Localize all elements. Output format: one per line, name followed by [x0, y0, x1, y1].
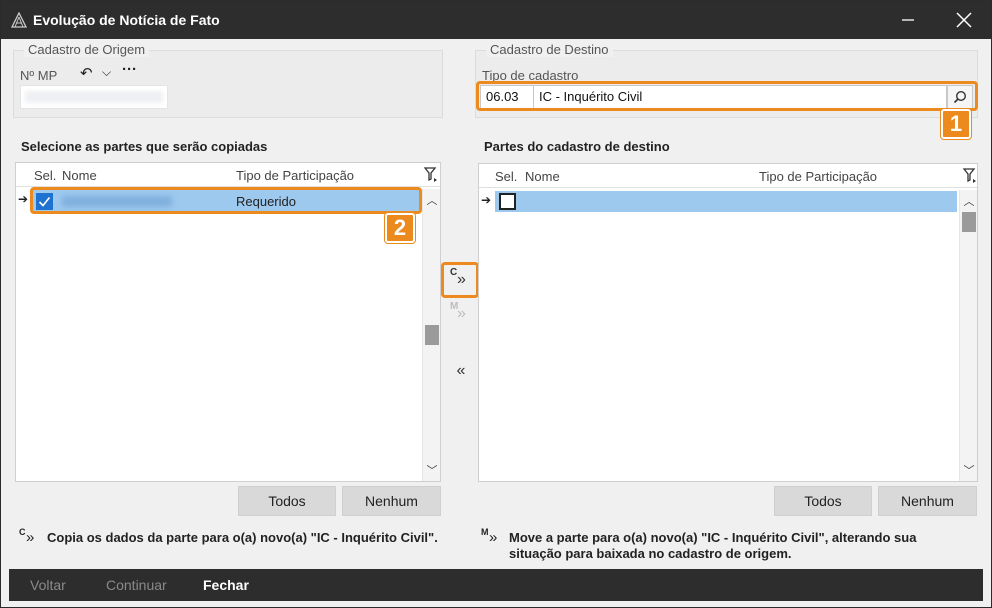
right-todos-button[interactable]: Todos	[774, 486, 872, 516]
right-nenhum-button[interactable]: Nenhum	[878, 486, 977, 516]
tipo-cadastro-label: Tipo de cadastro	[482, 68, 579, 83]
col-sel: Sel.	[34, 168, 57, 183]
row-checkbox[interactable]	[499, 193, 516, 210]
left-nenhum-button[interactable]: Nenhum	[342, 486, 441, 516]
close-button[interactable]	[941, 1, 987, 39]
tipo-code-input[interactable]: 06.03	[480, 85, 534, 109]
double-chevron-left-icon: «	[456, 362, 466, 379]
left-grid-header: Sel. Nome Tipo de Participação	[16, 163, 440, 187]
right-grid: Sel. Nome Tipo de Participação ➔ ︿ ﹀	[478, 163, 978, 482]
blurred-value	[25, 91, 163, 103]
row-pointer-icon: ➔	[481, 193, 492, 207]
double-chevron-right-icon: »	[457, 305, 466, 322]
scroll-up-icon[interactable]: ︿	[423, 191, 441, 209]
origem-group: Cadastro de Origem Nº MP ↶ ⌵ ···	[13, 42, 443, 118]
title-bar: Evolução de Notícia de Fato	[1, 1, 991, 39]
row-tipo: Requerido	[236, 194, 296, 209]
col-nome: Nome	[62, 168, 97, 183]
row-nome-blurred	[62, 196, 172, 207]
right-panel-title: Partes do cadastro de destino	[484, 139, 670, 154]
move-right-button[interactable]: M »	[447, 301, 471, 325]
scroll-up-icon[interactable]: ︿	[960, 192, 978, 210]
search-button[interactable]	[947, 85, 973, 109]
move-left-button[interactable]: «	[449, 359, 473, 383]
footer-bar: Voltar Continuar Fechar	[9, 569, 983, 601]
minimize-button[interactable]	[885, 1, 931, 39]
left-scrollbar[interactable]: ︿ ﹀	[422, 189, 440, 481]
table-row[interactable]: ➔ Requerido	[16, 190, 420, 212]
double-chevron-right-icon: »	[489, 529, 498, 546]
left-grid: Sel. Nome Tipo de Participação ➔ Requeri…	[15, 162, 441, 482]
origem-legend: Cadastro de Origem	[24, 42, 150, 57]
col-sel: Sel.	[495, 169, 518, 184]
scroll-down-icon[interactable]: ﹀	[960, 461, 978, 479]
nmp-label: Nº MP	[20, 68, 58, 83]
window-title: Evolução de Notícia de Fato	[33, 12, 220, 28]
step-badge-1: 1	[941, 109, 971, 139]
continuar-button[interactable]: Continuar	[106, 577, 167, 593]
filter-icon[interactable]	[963, 168, 977, 184]
chevron-down-icon[interactable]: ⌵	[102, 65, 111, 80]
table-row[interactable]: ➔	[479, 191, 959, 213]
filter-icon[interactable]	[424, 167, 438, 183]
row-checkbox[interactable]	[36, 193, 53, 210]
copy-note: Copia os dados da parte para o(a) novo(a…	[47, 530, 438, 545]
step-badge-2: 2	[385, 213, 415, 243]
minimize-icon	[902, 19, 914, 21]
dialog-window: Evolução de Notícia de Fato Cadastro de …	[0, 0, 992, 608]
right-scrollbar[interactable]: ︿ ﹀	[959, 190, 977, 481]
move-note-icon: M »	[481, 527, 501, 547]
scroll-down-icon[interactable]: ﹀	[423, 461, 441, 479]
move-note-letter: M	[481, 527, 489, 537]
move-note: Move a parte para o(a) novo(a) "IC - Inq…	[509, 530, 917, 561]
scroll-thumb[interactable]	[962, 212, 976, 232]
col-tipo: Tipo de Participação	[236, 168, 355, 183]
right-grid-header: Sel. Nome Tipo de Participação	[479, 164, 977, 188]
copy-note-icon: C »	[19, 527, 39, 547]
copy-note-letter: C	[19, 527, 26, 537]
col-nome: Nome	[525, 169, 560, 184]
close-icon	[956, 12, 972, 28]
row-pointer-icon: ➔	[18, 192, 29, 206]
check-icon	[38, 196, 51, 207]
double-chevron-right-icon: »	[26, 529, 35, 546]
scroll-thumb[interactable]	[425, 325, 439, 345]
left-panel-title: Selecione as partes que serão copiadas	[21, 139, 268, 154]
copy-right-button[interactable]: C »	[447, 267, 471, 291]
left-todos-button[interactable]: Todos	[238, 486, 336, 516]
voltar-button[interactable]: Voltar	[30, 577, 66, 593]
more-icon[interactable]: ···	[122, 61, 137, 78]
tipo-value-input[interactable]: IC - Inquérito Civil	[533, 85, 947, 109]
row-selection	[495, 191, 957, 212]
nmp-input[interactable]	[20, 85, 168, 109]
app-logo-icon	[11, 12, 27, 28]
undo-icon[interactable]: ↶	[80, 64, 93, 82]
fechar-button[interactable]: Fechar	[203, 577, 249, 593]
double-chevron-right-icon: »	[457, 271, 466, 288]
col-tipo: Tipo de Participação	[759, 169, 878, 184]
destino-group: Cadastro de Destino Tipo de cadastro 06.…	[475, 42, 978, 118]
search-icon	[953, 90, 967, 104]
destino-legend: Cadastro de Destino	[486, 42, 613, 57]
